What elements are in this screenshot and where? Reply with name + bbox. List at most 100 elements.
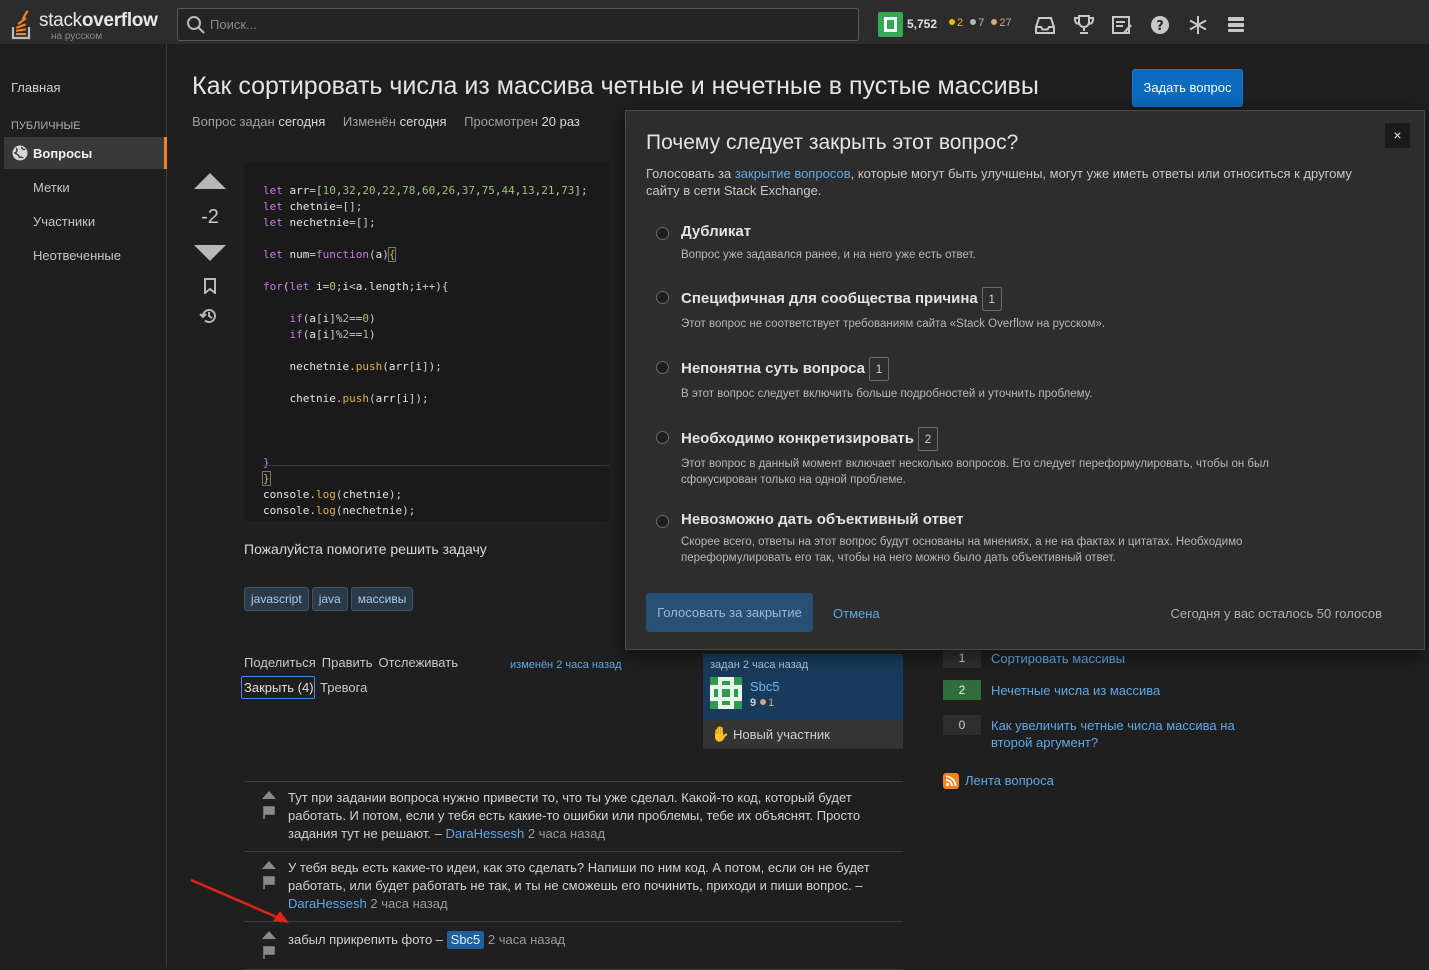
nav-tags[interactable]: Метки — [33, 180, 70, 195]
edited-link[interactable]: изменён 2 часа назад — [510, 659, 622, 671]
linked-question-link[interactable]: Как увеличить четные числа массива на вт… — [991, 717, 1251, 751]
code-guide-line — [263, 465, 609, 466]
comment-time[interactable]: 2 часа назад — [528, 826, 605, 841]
logo-subtitle: на русском — [51, 31, 103, 42]
modified-value[interactable]: сегодня — [400, 114, 447, 129]
tag-arrays[interactable]: массивы — [350, 587, 414, 611]
new-contributor-label: Новый участник — [733, 727, 830, 742]
user-badges: 2 7 27 — [945, 17, 1012, 29]
owner-avatar[interactable] — [710, 677, 742, 709]
code-block[interactable]: let arr=[10,32,20,22,78,60,26,37,75,44,1… — [244, 163, 609, 521]
radio-button[interactable] — [656, 361, 669, 374]
radio-button[interactable] — [656, 515, 669, 528]
silver-badge-icon — [970, 19, 977, 25]
close-help-link[interactable]: закрытие вопросов — [735, 166, 851, 181]
silver-badge-count: 7 — [978, 17, 985, 29]
comment-upvote-icon[interactable] — [262, 931, 276, 939]
modified-label: Изменён — [342, 114, 396, 129]
share-link[interactable]: Поделиться — [244, 655, 316, 670]
annotation-arrow-icon — [190, 878, 289, 923]
vote-count: -2 — [201, 206, 219, 228]
bronze-badge-count: 27 — [999, 17, 1012, 29]
comment-author-op[interactable]: Sbc5 — [446, 931, 485, 949]
search-input[interactable] — [208, 9, 848, 40]
radio-button[interactable] — [656, 291, 669, 304]
edit-link[interactable]: Править — [322, 655, 373, 670]
reason-description: В этот вопрос следует включить больше по… — [681, 388, 1093, 400]
radio-button[interactable] — [656, 227, 669, 240]
owner-reputation: 91 — [750, 697, 775, 709]
nav-questions-label: Вопросы — [33, 146, 93, 161]
owner-asked-time: задан 2 часа назад — [710, 659, 809, 671]
globe-icon — [12, 145, 28, 161]
close-icon[interactable]: × — [1385, 123, 1410, 148]
owner-card: задан 2 часа назад Sbc5 91 — [703, 654, 903, 720]
comment-flag-icon[interactable] — [263, 806, 275, 819]
comment-body: забыл прикрепить фото – Sbc5 2 часа наза… — [288, 931, 566, 949]
nav-unanswered[interactable]: Неотвеченные — [33, 248, 121, 263]
comment: Тут при задании вопроса нужно привести т… — [244, 782, 903, 852]
comment-upvote-icon[interactable] — [262, 861, 276, 869]
question-meta: Вопрос задан сегодня Изменён сегодня Про… — [192, 114, 594, 129]
close-vote-link[interactable]: Закрыть (4) — [241, 676, 315, 699]
code-line: } — [262, 471, 271, 486]
tag-java[interactable]: java — [311, 587, 348, 611]
bookmark-icon[interactable] — [203, 278, 217, 294]
upvote-icon[interactable] — [194, 172, 226, 190]
downvote-icon[interactable] — [194, 244, 226, 262]
comment-author[interactable]: DaraHessesh — [288, 896, 367, 911]
comment-time[interactable]: 2 часа назад — [370, 896, 447, 911]
reason-title: Специфичная для сообщества причина 1 — [681, 287, 1002, 311]
tag-list: javascript java массивы — [244, 587, 416, 611]
nav-section-public: ПУБЛИЧНЫЕ — [11, 120, 81, 132]
linked-question-link[interactable]: Нечетные числа из массива — [991, 682, 1251, 699]
linked-question-link[interactable]: Сортировать массивы — [991, 650, 1251, 667]
ask-question-button[interactable]: Задать вопрос — [1132, 69, 1243, 107]
achievements-icon[interactable] — [1072, 13, 1096, 37]
history-icon[interactable] — [199, 306, 219, 326]
cancel-button[interactable]: Отмена — [833, 606, 880, 621]
comment-upvote-icon[interactable] — [262, 791, 276, 799]
votes-remaining: Сегодня у вас осталось 50 голосов — [1170, 606, 1382, 621]
nav-home[interactable]: Главная — [11, 80, 60, 95]
vote-to-close-button[interactable]: Голосовать за закрытие — [646, 593, 813, 632]
new-contributor-banner[interactable]: ✋ Новый участник — [703, 720, 903, 749]
inbox-icon[interactable] — [1033, 13, 1057, 37]
search-box[interactable] — [177, 8, 859, 41]
follow-link[interactable]: Отслеживать — [379, 655, 458, 670]
reason-description: Этот вопрос в данный момент включает нес… — [681, 458, 1269, 486]
nav-users[interactable]: Участники — [33, 214, 95, 229]
snowflake-icon[interactable] — [1186, 13, 1210, 37]
search-icon — [187, 16, 205, 34]
code-line: chetnie.push(arr[i]); — [289, 392, 429, 405]
code-line: let num=function(a){ — [263, 247, 397, 262]
reason-title: Необходимо конкретизировать 2 — [681, 427, 938, 451]
flag-link[interactable]: Тревога — [320, 680, 367, 695]
nav-questions[interactable]: Вопросы — [4, 137, 167, 169]
comment-time[interactable]: 2 часа назад — [488, 932, 565, 947]
linked-score: 1 — [943, 648, 981, 668]
owner-name[interactable]: Sbc5 — [750, 679, 780, 694]
code-line: } — [263, 456, 270, 469]
question-feed-link[interactable]: Лента вопроса — [965, 773, 1054, 788]
comment-author[interactable]: DaraHessesh — [445, 826, 524, 841]
gold-badge-icon — [949, 19, 955, 25]
review-icon[interactable] — [1110, 13, 1134, 37]
user-avatar[interactable] — [878, 12, 903, 37]
logo-wordmark: stackoverflow — [39, 10, 158, 31]
tag-javascript[interactable]: javascript — [244, 587, 309, 611]
comment-body: У тебя ведь есть какие-то идеи, как это … — [288, 860, 870, 911]
reason-vote-count: 1 — [868, 357, 889, 381]
code-line: console.log(nechetnie); — [263, 504, 416, 517]
code-line: nechetnie.push(arr[i]); — [289, 360, 442, 373]
site-switcher-icon[interactable] — [1224, 13, 1248, 37]
question-title[interactable]: Как сортировать числа из массива четные … — [192, 72, 1039, 101]
code-line: let arr=[10,32,20,22,78,60,26,37,75,44,1… — [263, 184, 588, 197]
gold-badge-count: 2 — [957, 17, 964, 29]
radio-button[interactable] — [656, 431, 669, 444]
reason-description: Скорее всего, ответы на этот вопрос буду… — [681, 536, 1243, 564]
comment-flag-icon[interactable] — [263, 946, 275, 959]
question-body: Пожалуйста помогите решить задачу — [244, 541, 487, 557]
help-icon[interactable]: ? — [1148, 13, 1172, 37]
code-line: if(a[i]%2==1) — [289, 328, 376, 341]
